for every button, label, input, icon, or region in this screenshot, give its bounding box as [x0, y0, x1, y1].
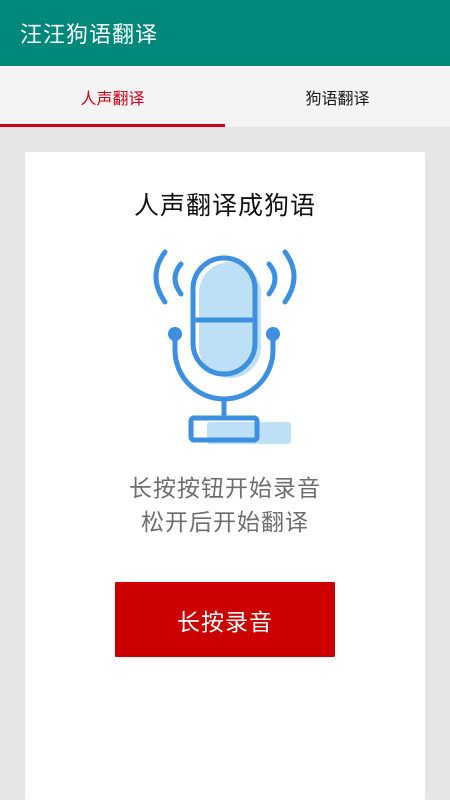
tab-bar: 人声翻译 狗语翻译 — [0, 66, 450, 127]
active-tab-indicator — [0, 124, 225, 127]
app-title: 汪汪狗语翻译 — [20, 23, 159, 48]
instruction-line-1: 长按按钮开始录音 — [129, 476, 321, 502]
tab-label: 人声翻译 — [80, 88, 145, 108]
instruction-line-2: 松开后开始翻译 — [141, 510, 309, 536]
hold-to-record-button[interactable]: 长按录音 — [115, 582, 335, 657]
tab-human-voice-translate[interactable]: 人声翻译 — [0, 66, 225, 127]
microphone-icon — [135, 240, 315, 450]
instructions: 长按按钮开始录音 松开后开始翻译 — [25, 472, 425, 540]
tab-dog-language-translate[interactable]: 狗语翻译 — [225, 66, 450, 127]
translate-card: 人声翻译成狗语 长按按钮开始录音 松开后开始翻译 长按录音 — [25, 152, 425, 800]
card-title: 人声翻译成狗语 — [133, 191, 316, 220]
tab-label: 狗语翻译 — [305, 88, 370, 108]
app-bar: 汪汪狗语翻译 — [0, 0, 450, 66]
